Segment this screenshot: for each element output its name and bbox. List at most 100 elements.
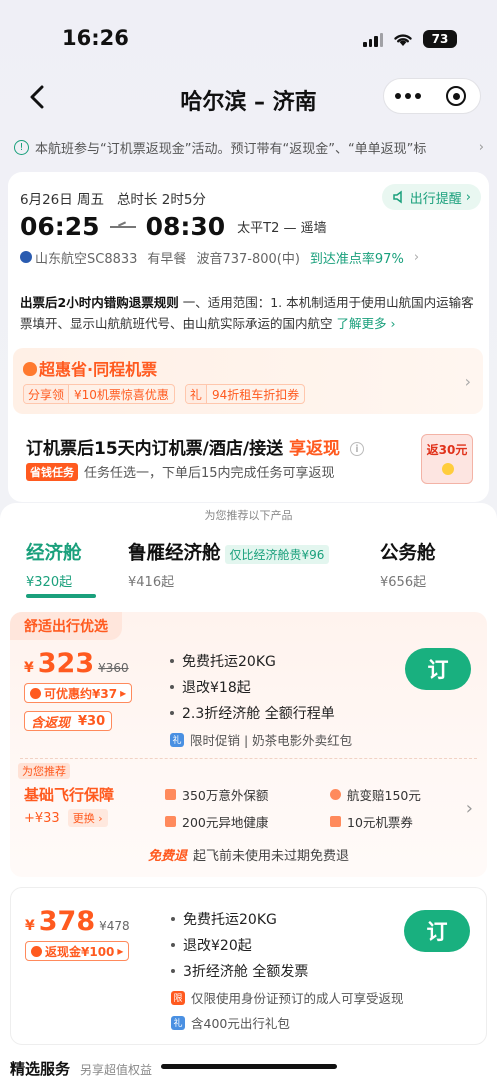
- gift-icon: 礼: [171, 1015, 185, 1030]
- book-button[interactable]: 订: [404, 910, 470, 952]
- book-button[interactable]: 订: [405, 648, 471, 690]
- insurance-item-text: 10元机票券: [347, 815, 413, 830]
- target-icon: [446, 86, 466, 106]
- offer-features: 免费托运20KG 退改¥20起 3折经济舱 全额发票 限 仅限使用身份证预订的成…: [171, 906, 404, 1032]
- insurance-price-row: +¥33 更换 ›: [24, 809, 108, 827]
- cashback-task-card[interactable]: 订机票后15天内订机票/酒店/接送 享返现 i 省钱任务 任务任选一，下单后15…: [8, 424, 489, 492]
- feature-item: 免费托运20KG: [170, 648, 352, 674]
- feature-text: 2.3折经济舱 全额行程单: [182, 706, 335, 722]
- gift-icon: 礼: [185, 385, 207, 403]
- cashback-task-title-main: 订机票后15天内订机票/酒店/接送: [26, 439, 284, 459]
- promo-chip[interactable]: 分享领 ¥10机票惊喜优惠: [23, 384, 175, 404]
- cashback-label: 含返现: [31, 715, 71, 731]
- chip-value: ¥10机票惊喜优惠: [74, 387, 169, 402]
- chevron-right-icon: ›: [413, 250, 420, 265]
- gift-line: 礼 含400元出行礼包: [171, 1013, 404, 1032]
- speaker-icon: [393, 190, 402, 204]
- refund-rule-text[interactable]: 出票后2小时内错购退票规则 一、适用范围：1. 本机制适用于使用山航国内运输客票…: [20, 292, 476, 334]
- chevron-right-icon[interactable]: ›: [466, 798, 473, 819]
- selected-services-header: 精选服务 另享超值权益: [10, 1058, 152, 1079]
- original-price: ¥360: [98, 661, 129, 675]
- red-packet-amount: 返30元: [426, 443, 468, 457]
- chip-tag: 分享领: [24, 385, 70, 403]
- airline-logo-icon: [20, 251, 32, 263]
- flight-details-row[interactable]: 山东航空SC8833 有早餐 波音737-800(中) 到达准点率97% ›: [20, 248, 419, 267]
- status-time: 16:26: [62, 26, 129, 50]
- feature-text: 免费托运20KG: [182, 654, 276, 670]
- tab-name: 经济舱: [26, 543, 82, 564]
- info-icon: !: [14, 139, 29, 155]
- learn-more-link[interactable]: 了解更多: [337, 316, 387, 331]
- more-dots-icon: [395, 93, 421, 99]
- flight-times: 06:25 08:30 太平T2 — 遥墙: [20, 212, 327, 241]
- cashback-task-highlight: 享返现: [289, 439, 340, 459]
- tab-business[interactable]: 公务舱 ¥656起: [380, 539, 436, 590]
- travel-reminder-label: 出行提醒: [409, 191, 462, 207]
- free-refund-label: 免费退: [147, 849, 187, 864]
- cashback-badge: 含返现 ¥30: [24, 711, 113, 731]
- arrow-icon: [109, 225, 136, 228]
- section-subtitle: 另享超值权益: [80, 1063, 153, 1077]
- insurance-item: 350万意外保额: [165, 785, 268, 804]
- fare-offer-card[interactable]: ¥ 378 ¥478 返现金¥100 ▸ 免费托运20KG 退改¥20起 3折经济…: [10, 887, 487, 1045]
- promo-chip[interactable]: 礼 94折租车折扣券: [184, 384, 306, 404]
- triangle-right-icon: ▸: [117, 944, 124, 958]
- battery-icon: 73: [423, 30, 457, 48]
- coupon-icon: [330, 816, 341, 827]
- departure-time: 06:25: [20, 212, 100, 241]
- free-refund-text: 起飞前未使用未过期免费退: [193, 849, 350, 864]
- tab-name: 公务舱: [380, 543, 436, 564]
- shield-icon: [165, 789, 176, 800]
- task-tag: 省钱任务: [26, 462, 78, 481]
- feature-text: 退改¥18起: [182, 680, 251, 696]
- free-refund-line: 免费退 起飞前未使用未过期免费退: [10, 845, 487, 864]
- tab-premium-economy[interactable]: 鲁雁经济舱 仅比经济舱贵¥96 ¥416起: [128, 539, 330, 590]
- insurance-item: 航变赔150元: [330, 785, 421, 804]
- gift-icon: 礼: [170, 732, 184, 747]
- tab-price: ¥656起: [380, 575, 427, 590]
- swap-label: 更换: [72, 812, 95, 825]
- discount-pill[interactable]: 可优惠约¥37 ▸: [24, 683, 133, 703]
- tab-badge: 仅比经济舱贵¥96: [224, 544, 330, 564]
- offer-features: 免费托运20KG 退改¥18起 2.3折经济舱 全额行程单 礼 限时促销 | 奶…: [170, 648, 352, 749]
- status-icons: 73: [363, 30, 457, 48]
- money-bag-icon: [23, 362, 37, 376]
- limit-text: 仅限使用身份证预订的成人可享受返现: [191, 991, 404, 1006]
- promo-banner-tongcheng[interactable]: 超惠省·同程机票 分享领 ¥10机票惊喜优惠 礼 94折租车折扣券 ›: [13, 348, 483, 414]
- cashback-notice-bar[interactable]: ! 本航班参与“订机票返现金”活动。预订带有“返现金”、“单单返现”标 ›: [14, 134, 484, 160]
- feature-item: 2.3折经济舱 全额行程单: [170, 700, 352, 726]
- coin-icon: [442, 463, 454, 475]
- cashback-task-sub: 省钱任务 任务任选一，下单后15内完成任务可享返现: [26, 462, 335, 481]
- home-indicator[interactable]: [161, 1064, 337, 1069]
- cellular-signal-icon: [363, 31, 383, 47]
- gift-text: 限时促销 | 奶茶电影外卖红包: [190, 733, 353, 748]
- triangle-right-icon: ▸: [120, 686, 127, 700]
- offer-price-block: ¥ 323 ¥360 可优惠约¥37 ▸ 含返现 ¥30: [24, 648, 133, 731]
- recommend-tag: 为您推荐: [18, 763, 70, 779]
- insurance-price: +¥33: [24, 810, 60, 826]
- wifi-icon: [394, 34, 412, 46]
- swap-insurance-button[interactable]: 更换 ›: [67, 809, 108, 827]
- flight-date: 6月26日 周五: [20, 192, 105, 208]
- more-button[interactable]: [384, 79, 432, 113]
- cashback-task-desc: 任务任选一，下单后15内完成任务可享返现: [84, 466, 335, 481]
- cashback-pill[interactable]: 返现金¥100 ▸: [25, 941, 130, 961]
- feature-text: 退改¥20起: [183, 938, 252, 954]
- info-icon[interactable]: i: [349, 442, 364, 456]
- insurance-title: 基础飞行保障: [24, 786, 115, 804]
- insurance-item-text: 航变赔150元: [347, 788, 421, 803]
- cashback-task-title: 订机票后15天内订机票/酒店/接送 享返现 i: [26, 434, 364, 459]
- promo-title: 超惠省·同程机票: [23, 356, 157, 380]
- tab-name: 鲁雁经济舱: [128, 543, 221, 564]
- gift-line: 礼 限时促销 | 奶茶电影外卖红包: [170, 730, 352, 749]
- chevron-right-icon: ›: [465, 189, 471, 205]
- fare-offer-card[interactable]: 舒适出行优选 ¥ 323 ¥360 可优惠约¥37 ▸ 含返现 ¥30 免费托运20…: [10, 612, 487, 877]
- discount-icon: [30, 687, 41, 699]
- travel-reminder-button[interactable]: 出行提醒 ›: [381, 184, 481, 210]
- close-miniprogram-button[interactable]: [432, 79, 480, 113]
- tab-price: ¥416起: [128, 575, 175, 590]
- gift-text: 含400元出行礼包: [191, 1016, 290, 1031]
- tab-economy[interactable]: 经济舱 ¥320起: [26, 539, 82, 590]
- red-packet-icon: 返30元: [421, 434, 473, 484]
- chevron-right-icon: ›: [464, 372, 471, 391]
